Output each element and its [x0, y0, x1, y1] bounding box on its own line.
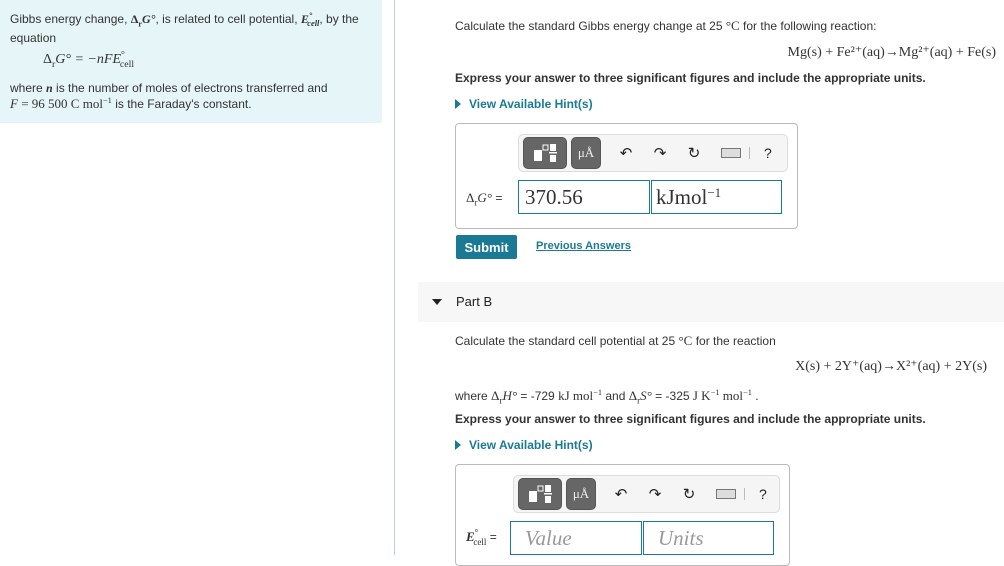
partB-instruction: Express your answer to three significant… [455, 412, 926, 426]
partB-hint-toggle[interactable]: View Available Hint(s) [455, 438, 593, 452]
submit-button[interactable]: Submit [456, 235, 517, 259]
templates-button[interactable] [518, 478, 562, 510]
units-button[interactable]: μÅ [571, 137, 601, 169]
hint-label: View Available Hint(s) [469, 97, 593, 111]
hint-label: View Available Hint(s) [469, 438, 593, 452]
expand-triangle-icon [455, 440, 461, 450]
partB-answer-box: μÅ ↶ ↷ ↻ ? E°cell = Value Units [455, 464, 790, 566]
gibbs-symbol: ΔrG° [130, 12, 156, 29]
partB-units-input[interactable]: Units [643, 521, 774, 555]
partB-header[interactable]: Part B [418, 282, 1004, 322]
keyboard-icon[interactable] [716, 489, 736, 499]
partB-title: Part B [456, 294, 493, 309]
toolbar-separator [744, 488, 745, 500]
partB-thermo-data: where ΔrH° = -729 kJ mol−1 and ΔrS° = -3… [455, 388, 759, 406]
partA-hint-toggle[interactable]: View Available Hint(s) [455, 97, 593, 111]
redo-icon[interactable]: ↷ [638, 485, 672, 503]
undo-icon[interactable]: ↶ [604, 485, 638, 503]
partA-answer-label: ΔrG° = [466, 190, 503, 208]
reset-icon[interactable]: ↻ [672, 485, 706, 503]
help-icon[interactable]: ? [759, 486, 767, 502]
partA-instruction: Express your answer to three significant… [455, 71, 926, 85]
fraction-template-icon [534, 144, 557, 162]
intro-text-mid: , is related to cell potential, [155, 12, 301, 26]
intro-text: Gibbs energy change, [10, 12, 131, 26]
fraction-template-icon [529, 485, 552, 503]
panel-divider [394, 0, 395, 555]
toolbar-separator [749, 147, 750, 159]
partA-reaction: Mg(s) + Fe²⁺(aq)→Mg²⁺(aq) + Fe(s) [787, 45, 996, 60]
partA-math-toolbar: μÅ ↶ ↷ ↻ ? [518, 134, 788, 172]
info-definitions: where n is the number of moles of electr… [10, 81, 328, 111]
help-icon[interactable]: ? [764, 145, 772, 161]
partB-reaction: X(s) + 2Y⁺(aq)→X²⁺(aq) + 2Y(s) [795, 359, 987, 374]
collapse-caret-icon[interactable] [432, 299, 442, 305]
partA-value-input[interactable]: 370.56 [518, 180, 650, 214]
partB-value-input[interactable]: Value [510, 521, 642, 555]
gibbs-equation: ΔrG° = −nFE°cell [43, 49, 135, 70]
partA-question: Calculate the standard Gibbs energy chan… [455, 18, 877, 33]
partB-math-toolbar: μÅ ↶ ↷ ↻ ? [513, 475, 780, 513]
undo-icon[interactable]: ↶ [609, 144, 643, 162]
info-panel: Gibbs energy change, ΔrG°, is related to… [0, 0, 382, 123]
partB-answer-label: E°cell = [466, 527, 497, 547]
redo-icon[interactable]: ↷ [643, 144, 677, 162]
ecell-symbol: E°cell [300, 11, 320, 29]
info-intro: Gibbs energy change, ΔrG°, is related to… [10, 10, 380, 48]
partA-answer-box: μÅ ↶ ↷ ↻ ? ΔrG° = 370.56 kJmol −1 [455, 123, 798, 229]
partB-question: Calculate the standard cell potential at… [455, 333, 776, 348]
units-button[interactable]: μÅ [566, 478, 596, 510]
keyboard-icon[interactable] [721, 148, 741, 158]
partA-units-input[interactable]: kJmol −1 [651, 180, 782, 214]
previous-answers-link[interactable]: Previous Answers [536, 240, 631, 252]
templates-button[interactable] [523, 137, 567, 169]
reset-icon[interactable]: ↻ [677, 144, 711, 162]
expand-triangle-icon [455, 99, 461, 109]
